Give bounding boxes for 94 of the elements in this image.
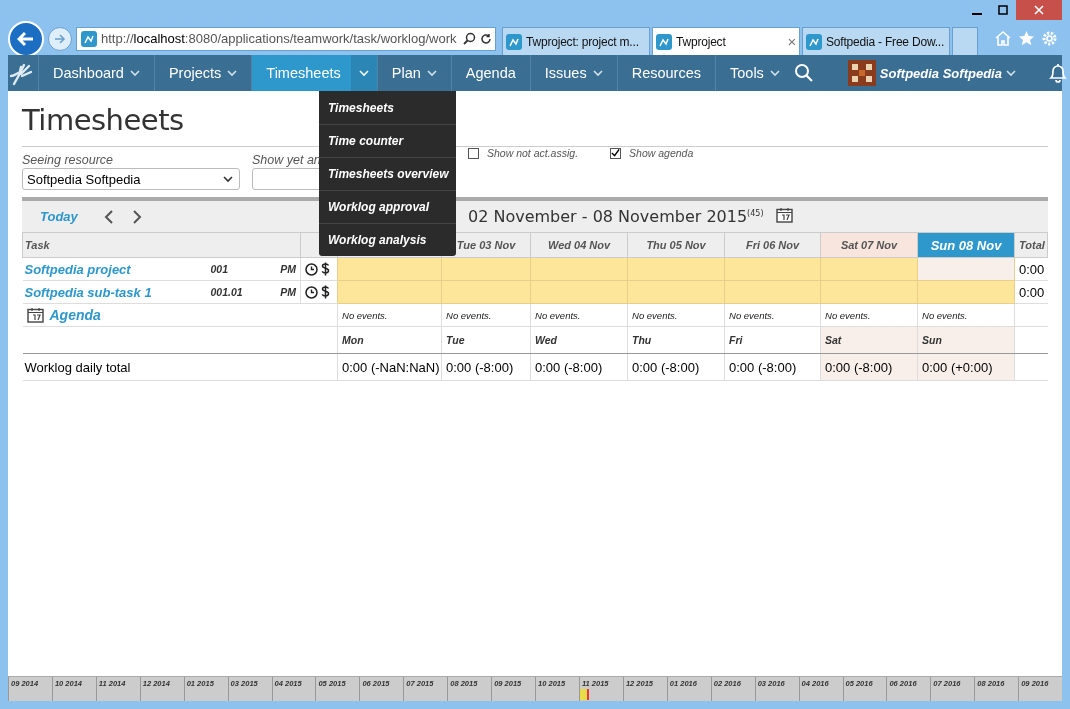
table-cell: No events. <box>917 303 1015 327</box>
table-cell: Tue <box>441 326 531 354</box>
menu-item[interactable]: Timesheets overview <box>319 157 456 190</box>
hours-cell[interactable] <box>337 280 442 304</box>
avatar-icon <box>847 60 876 86</box>
home-icon[interactable] <box>994 30 1012 47</box>
table-cell: 0:00 <box>1014 257 1048 281</box>
table-cell: No events. <box>724 303 821 327</box>
maximize-icon <box>998 5 1008 15</box>
star-icon[interactable] <box>1018 30 1035 47</box>
close-icon <box>1034 5 1044 15</box>
table-cell: No events. <box>337 303 442 327</box>
arrow-icon <box>54 33 66 44</box>
checkbox-label: Show agenda <box>629 147 694 159</box>
agenda-link[interactable]: Agenda <box>49 307 101 323</box>
agenda-calendar-icon[interactable] <box>26 307 44 323</box>
column-header: Task <box>22 232 301 258</box>
clock-icon[interactable] <box>305 262 319 276</box>
role-text: PM <box>266 280 301 304</box>
back-button[interactable] <box>8 20 44 57</box>
user-menu[interactable]: Softpedia Softpedia <box>847 60 1016 86</box>
checkbox-label: Show not act.assig. <box>487 147 579 159</box>
calendar-icon[interactable] <box>775 206 793 223</box>
forward-button[interactable] <box>48 26 72 51</box>
dollar-icon[interactable] <box>321 262 331 276</box>
field-label: Seeing resource <box>22 153 115 167</box>
arrow-icon <box>17 30 35 47</box>
column-header[interactable]: Sun 08 Nov <box>917 232 1015 258</box>
dollar-icon[interactable] <box>321 285 331 299</box>
search-icon[interactable] <box>462 32 476 45</box>
table-cell: Sun <box>917 326 1015 354</box>
menu-item[interactable]: Timesheets <box>319 91 456 124</box>
favicon-icon <box>506 33 522 50</box>
search-icon[interactable] <box>793 63 814 83</box>
column-header: Total <box>1014 232 1048 258</box>
minimize-icon <box>972 13 982 15</box>
menu-item[interactable]: Time counter <box>319 124 456 157</box>
table-cell: 0:00 (-8:00) <box>441 353 531 381</box>
clock-icon[interactable] <box>305 285 319 299</box>
new-tab-button[interactable] <box>952 27 978 55</box>
task-code: 001.01 <box>206 280 267 304</box>
nav-tab[interactable]: Timesheets <box>251 55 377 91</box>
table-cell: No events. <box>820 303 918 327</box>
checkbox[interactable] <box>610 147 622 159</box>
table-cell: 0:00 (+0:00) <box>917 353 1015 381</box>
table-cell: Mon <box>337 326 442 354</box>
check-icon <box>611 148 621 158</box>
table-cell: 0:00 (-8:00) <box>530 353 628 381</box>
row-label: Worklog daily total <box>22 353 338 381</box>
favicon-icon <box>81 30 97 47</box>
table-cell: No events. <box>441 303 531 327</box>
bell-icon[interactable] <box>1047 62 1068 84</box>
checkbox[interactable] <box>468 147 479 159</box>
table-cell: Sat <box>820 326 918 354</box>
table-cell: No events. <box>627 303 725 327</box>
table-cell: Wed <box>530 326 628 354</box>
favicon-icon <box>806 33 822 50</box>
table-cell: 0:00 (-NaN:NaN) <box>337 353 442 381</box>
column-header[interactable]: Fri 06 Nov <box>724 232 821 258</box>
nav-tab[interactable]: Issues <box>529 55 617 91</box>
caret-icon <box>1005 69 1016 77</box>
url-text: http://localhost:8080/applications/teamwork/task/worklog/work <box>101 31 457 46</box>
nav-tab[interactable]: Tools <box>715 55 794 91</box>
column-header[interactable]: Thu 05 Nov <box>627 232 725 258</box>
caret-icon <box>223 175 233 183</box>
resource-dropdown[interactable]: Softpedia Softpedia <box>22 168 240 190</box>
table-cell: No events. <box>530 303 628 327</box>
nav-tab[interactable]: Resources <box>616 55 715 91</box>
column-header[interactable]: Sat 07 Nov <box>820 232 918 258</box>
page-title: Timesheets <box>22 103 184 137</box>
browser-tab[interactable]: Twproject × <box>652 27 800 55</box>
address-field[interactable]: http://localhost:8080/applications/teamwork/task/worklog/work <box>76 26 496 51</box>
table-cell: 0:00 <box>1014 280 1048 304</box>
browser-tab[interactable]: Twproject: project m... <box>502 27 650 55</box>
settings-icon[interactable] <box>1041 30 1058 47</box>
column-header[interactable]: Wed 04 Nov <box>530 232 628 258</box>
browser-tab[interactable]: Softpedia - Free Dow... <box>802 27 950 55</box>
table-cell: 0:00 (-8:00) <box>820 353 918 381</box>
task-link[interactable]: Softpedia sub-task 1 <box>22 280 207 304</box>
refresh-icon[interactable] <box>479 32 492 45</box>
nav-tab[interactable]: Dashboard <box>38 55 154 91</box>
role-text: PM <box>266 257 301 281</box>
period-title: 02 November - 08 November 2015$^{(45)}$ <box>468 207 764 226</box>
favicon-icon <box>656 33 672 50</box>
hours-cell[interactable] <box>337 257 442 281</box>
task-code: 001 <box>206 257 267 281</box>
task-link[interactable]: Softpedia project <box>22 257 207 281</box>
chevron-icon <box>132 209 142 224</box>
menu-item[interactable]: Worklog approval <box>319 190 456 223</box>
close-tab-icon[interactable]: × <box>787 33 796 50</box>
table-cell: 0:00 (-8:00) <box>627 353 725 381</box>
chevron-icon <box>104 209 114 224</box>
table-cell: Thu <box>627 326 725 354</box>
menu-item[interactable]: Worklog analysis <box>319 223 456 256</box>
